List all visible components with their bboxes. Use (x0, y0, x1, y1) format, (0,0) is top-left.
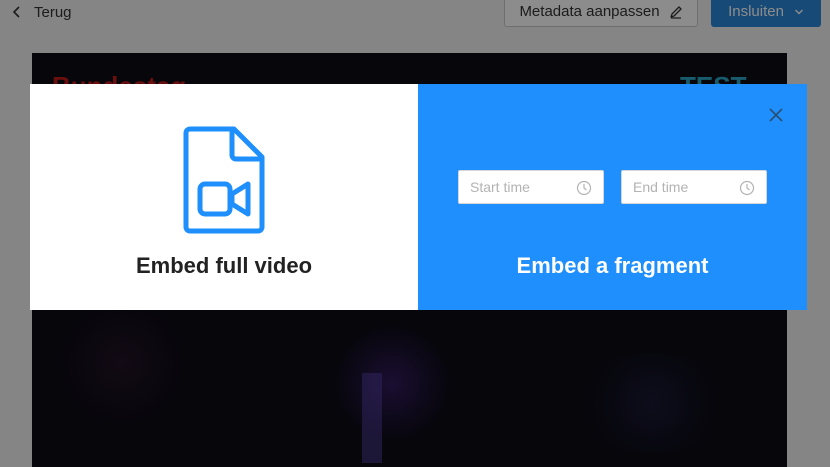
embed-fragment-option[interactable]: Embed a fragment (418, 84, 807, 310)
embed-fragment-label: Embed a fragment (516, 253, 709, 278)
embed-full-video-label: Embed full video (135, 253, 313, 278)
clock-icon[interactable] (576, 180, 592, 196)
start-time-field[interactable] (458, 170, 604, 204)
end-time-input[interactable] (633, 179, 733, 195)
close-icon[interactable] (766, 105, 786, 125)
embed-full-video-option[interactable]: Embed full video (30, 84, 418, 310)
clock-icon[interactable] (739, 180, 755, 196)
end-time-field[interactable] (621, 170, 767, 204)
embed-modal: Embed full video Embed a fragment (30, 84, 807, 310)
start-time-input[interactable] (470, 179, 570, 195)
video-file-icon (183, 126, 265, 234)
